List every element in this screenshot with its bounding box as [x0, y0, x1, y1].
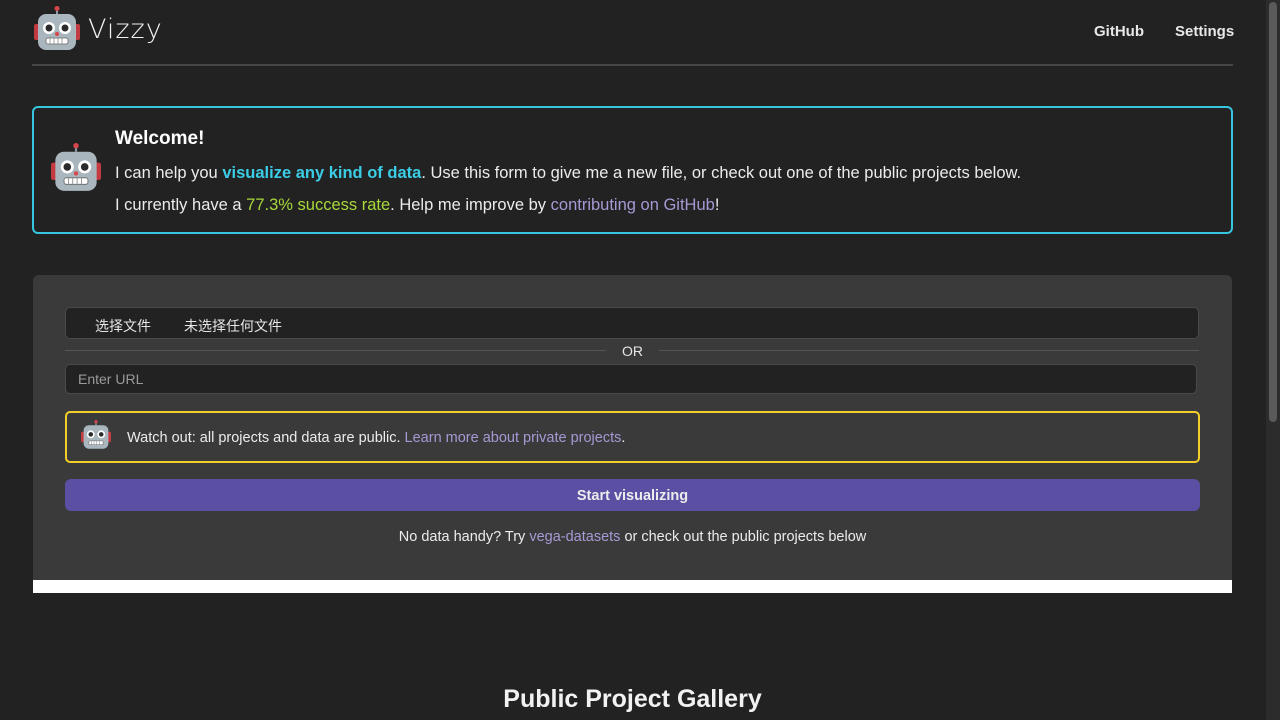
- welcome-line-1-suffix: . Use this form to give me a new file, o…: [421, 164, 1022, 182]
- warning-message: Watch out: all projects and data are pub…: [127, 430, 405, 446]
- warning-text: Watch out: all projects and data are pub…: [127, 430, 625, 446]
- welcome-line-2-prefix: I currently have a: [115, 196, 247, 214]
- welcome-highlight: visualize any kind of data: [222, 164, 422, 182]
- or-divider-left: [65, 350, 606, 351]
- gallery-title: Public Project Gallery: [503, 685, 762, 713]
- no-data-suffix: or check out the public projects below: [620, 529, 867, 545]
- private-projects-link[interactable]: Learn more about private projects: [405, 430, 622, 446]
- nav-settings-link[interactable]: Settings: [1175, 23, 1234, 40]
- no-data-hint: No data handy? Try vega-datasets or chec…: [0, 529, 1265, 545]
- choose-file-button[interactable]: 选择文件: [95, 316, 151, 336]
- warning-suffix: .: [621, 430, 626, 446]
- welcome-banner: Welcome! I can help you visualize any ki…: [32, 106, 1233, 234]
- file-status: 未选择任何文件: [184, 318, 282, 334]
- success-rate: 77.3% success rate: [246, 196, 391, 214]
- welcome-line-1-prefix: I can help you: [115, 164, 223, 182]
- panel-divider: [33, 580, 1232, 593]
- file-input[interactable]: 选择文件 未选择任何文件: [65, 307, 1199, 339]
- no-data-prefix: No data handy? Try: [398, 529, 530, 545]
- welcome-line-1: I can help you visualize any kind of dat…: [115, 164, 1021, 183]
- welcome-line-2: I currently have a 77.3% success rate. H…: [115, 196, 719, 215]
- robot-icon: [51, 143, 101, 191]
- start-visualizing-button[interactable]: Start visualizing: [65, 479, 1200, 511]
- brand-name[interactable]: Vizzy: [88, 14, 163, 45]
- nav-github-link[interactable]: GitHub: [1094, 23, 1144, 40]
- public-warning: Watch out: all projects and data are pub…: [65, 411, 1200, 463]
- header: Vizzy GitHub Settings: [32, 0, 1234, 66]
- robot-icon: [81, 420, 111, 449]
- welcome-title: Welcome!: [115, 128, 205, 149]
- or-divider-right: [659, 350, 1199, 351]
- welcome-line-2-middle: . Help me improve by: [390, 196, 551, 214]
- scrollbar-thumb[interactable]: [1269, 2, 1277, 422]
- or-label: OR: [622, 343, 643, 359]
- scrollbar[interactable]: [1266, 0, 1280, 720]
- robot-logo-icon[interactable]: [34, 6, 80, 52]
- welcome-line-2-suffix: !: [714, 196, 720, 214]
- vega-datasets-link[interactable]: vega-datasets: [529, 529, 620, 545]
- contribute-github-link[interactable]: contributing on GitHub: [551, 196, 715, 214]
- url-input[interactable]: [65, 364, 1197, 394]
